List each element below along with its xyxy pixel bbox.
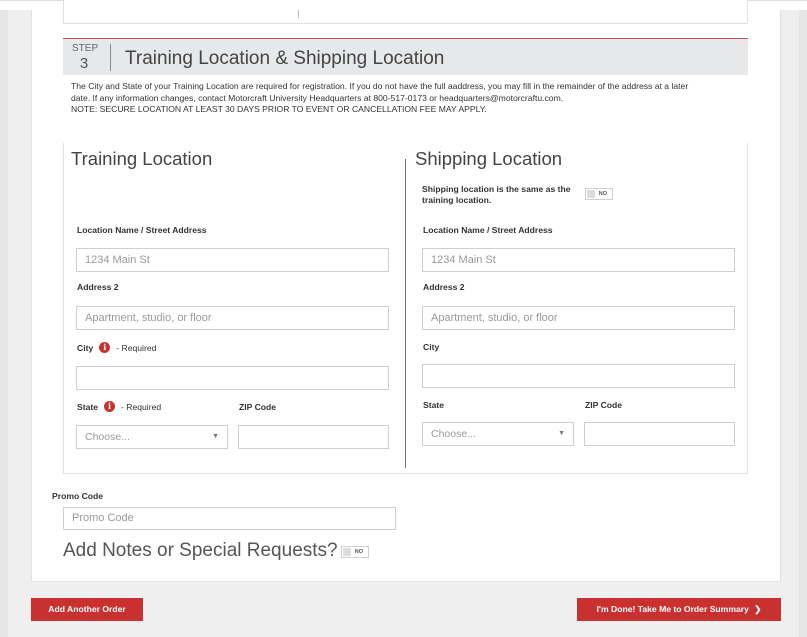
- promo-code-label: Promo Code: [52, 491, 104, 501]
- shipping-street-label: Location Name / Street Address: [423, 225, 553, 235]
- shipping-state-select[interactable]: Choose... ▼: [422, 422, 574, 446]
- toggle-knob: [343, 548, 351, 556]
- shipping-zip-label: ZIP Code: [585, 400, 623, 410]
- training-street-input[interactable]: 1234 Main St: [76, 248, 389, 272]
- required-text: - Required: [121, 401, 162, 412]
- training-address2-input[interactable]: Apartment, studio, or floor: [76, 306, 389, 330]
- notes-title: Add Notes or Special Requests?: [63, 540, 338, 561]
- notes-toggle[interactable]: NO: [341, 546, 369, 558]
- right-gutter: [799, 10, 807, 637]
- divider: [298, 10, 299, 18]
- step-indicator: STEP 3: [72, 43, 99, 72]
- shipping-location-title: Shipping Location: [415, 148, 563, 169]
- intro-line: The City and State of your Training Loca…: [71, 81, 689, 91]
- intro-note: NOTE: SECURE LOCATION AT LEAST 30 DAYS P…: [71, 104, 487, 114]
- city-label-text: City: [77, 342, 94, 353]
- training-street-label: Location Name / Street Address: [77, 225, 207, 235]
- intro-line: date. If any information changes, contac…: [71, 92, 564, 103]
- info-icon[interactable]: i: [99, 342, 111, 353]
- column-divider: [405, 159, 406, 468]
- training-state-label: State i - Required: [77, 401, 161, 412]
- select-value: Choose...: [431, 428, 476, 440]
- button-label: I'm Done! Take Me to Order Summary: [596, 604, 749, 614]
- toggle-state: NO: [354, 549, 363, 555]
- training-address2-label: Address 2: [77, 282, 119, 292]
- shipping-address2-label: Address 2: [423, 282, 465, 292]
- step-header: STEP 3 Training Location & Shipping Loca…: [63, 38, 748, 75]
- toggle-knob: [587, 190, 595, 198]
- order-summary-button[interactable]: I'm Done! Take Me to Order Summary ❯: [577, 598, 781, 621]
- info-icon[interactable]: i: [104, 401, 116, 412]
- shipping-city-input[interactable]: [422, 364, 735, 388]
- training-city-label: City i - Required: [77, 342, 156, 353]
- caret-down-icon: ▼: [212, 433, 219, 440]
- training-zip-input[interactable]: [238, 425, 389, 449]
- shipping-city-label: City: [423, 342, 440, 352]
- step-number: 3: [79, 55, 89, 72]
- required-text: - Required: [116, 342, 157, 353]
- caret-down-icon: ▼: [558, 430, 565, 437]
- shipping-state-label: State: [423, 400, 445, 410]
- toggle-state: NO: [598, 191, 607, 197]
- shipping-street-input[interactable]: 1234 Main St: [422, 248, 735, 272]
- same-as-training-label: Shipping location is the same as the tra…: [422, 184, 571, 205]
- training-city-input[interactable]: [76, 366, 389, 390]
- state-label-text: State: [77, 401, 99, 412]
- shipping-zip-input[interactable]: [584, 422, 735, 446]
- chevron-right-icon: ❯: [754, 604, 762, 614]
- training-zip-label: ZIP Code: [239, 402, 277, 412]
- promo-code-input[interactable]: Promo Code: [63, 507, 396, 530]
- training-state-select[interactable]: Choose... ▼: [76, 425, 228, 449]
- step-separator: [110, 44, 111, 71]
- left-gutter: [0, 10, 8, 637]
- step-title: Training Location & Shipping Location: [125, 48, 445, 69]
- select-value: Choose...: [85, 431, 130, 443]
- previous-section-box: [63, 0, 748, 24]
- button-label: Add Another Order: [48, 604, 126, 614]
- shipping-address2-input[interactable]: Apartment, studio, or floor: [422, 306, 735, 330]
- add-another-order-button[interactable]: Add Another Order: [31, 598, 143, 621]
- step-label: STEP: [72, 43, 99, 54]
- same-as-training-toggle[interactable]: NO: [585, 188, 613, 200]
- step-intro: The City and State of your Training Loca…: [71, 81, 747, 116]
- training-location-title: Training Location: [71, 148, 213, 169]
